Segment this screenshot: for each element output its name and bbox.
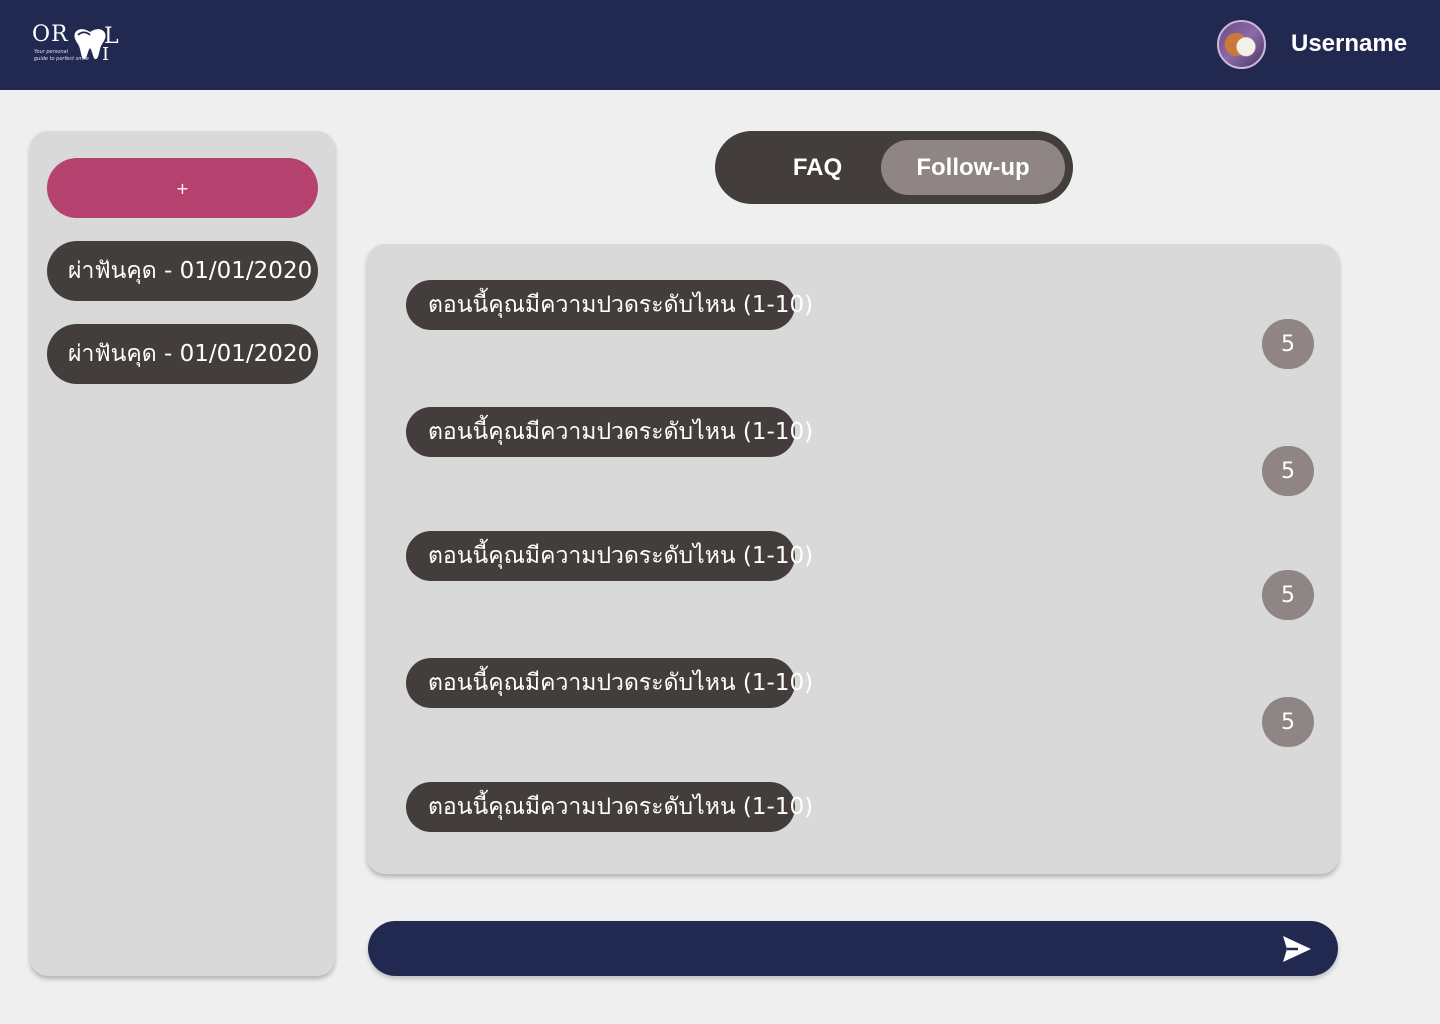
history-sidebar: + ผ่าฟันคุด - 01/01/2020 ผ่าฟันคุด - 01/… <box>30 131 335 976</box>
history-item[interactable]: ผ่าฟันคุด - 01/01/2020 <box>47 324 318 384</box>
bot-question-bubble: ตอนนี้คุณมีความปวดระดับไหน (1-10) <box>406 407 813 457</box>
message-composer <box>368 921 1338 976</box>
bot-question-bubble: ตอนนี้คุณมีความปวดระดับไหน (1-10) <box>406 658 813 708</box>
user-avatar[interactable] <box>1217 20 1266 69</box>
plus-label: + <box>175 178 190 198</box>
history-item[interactable]: ผ่าฟันคุด - 01/01/2020 <box>47 241 318 301</box>
mode-tabs: FAQ Follow-up <box>715 131 1073 204</box>
answer-text: 5 <box>1281 331 1295 357</box>
logo-letter-i: I <box>102 44 111 65</box>
answer-text: 5 <box>1281 582 1295 608</box>
tab-follow-up[interactable]: Follow-up <box>881 140 1065 195</box>
question-text: ตอนนี้คุณมีความปวดระดับไหน (1-10) <box>428 543 814 569</box>
question-text: ตอนนี้คุณมีความปวดระดับไหน (1-10) <box>428 419 814 445</box>
answer-text: 5 <box>1281 458 1295 484</box>
user-answer-bubble: 5 <box>1262 570 1314 620</box>
bot-question-bubble: ตอนนี้คุณมีความปวดระดับไหน (1-10) <box>406 280 813 330</box>
logo-tagline-1: Your personal <box>34 49 68 55</box>
send-icon[interactable] <box>1280 932 1314 966</box>
tab-follow-up-label: Follow-up <box>916 153 1030 181</box>
question-text: ตอนนี้คุณมีความปวดระดับไหน (1-10) <box>428 794 814 820</box>
user-answer-bubble: 5 <box>1262 697 1314 747</box>
question-text: ตอนนี้คุณมีความปวดระดับไหน (1-10) <box>428 670 814 696</box>
history-item-label: ผ่าฟันคุด - 01/01/2020 <box>68 341 313 367</box>
history-item-label: ผ่าฟันคุด - 01/01/2020 <box>68 258 313 284</box>
user-answer-bubble: 5 <box>1262 446 1314 496</box>
top-header: OR L I Your personal guide to perfect sm… <box>0 0 1440 90</box>
logo-tagline-2: guide to perfect smile <box>34 56 89 62</box>
bot-question-bubble: ตอนนี้คุณมีความปวดระดับไหน (1-10) <box>406 531 813 581</box>
message-input[interactable] <box>398 931 1258 966</box>
bot-question-bubble: ตอนนี้คุณมีความปวดระดับไหน (1-10) <box>406 782 813 832</box>
username-label[interactable]: Username <box>1291 30 1407 58</box>
question-text: ตอนนี้คุณมีความปวดระดับไหน (1-10) <box>428 292 814 318</box>
logo-letters-or: OR <box>32 22 69 47</box>
chat-panel[interactable]: ตอนนี้คุณมีความปวดระดับไหน (1-10) 5 ตอนน… <box>367 244 1339 874</box>
user-answer-bubble: 5 <box>1262 319 1314 369</box>
orali-logo[interactable]: OR L I Your personal guide to perfect sm… <box>32 24 122 68</box>
tab-faq-label: FAQ <box>792 153 843 181</box>
answer-text: 5 <box>1281 709 1295 735</box>
new-chat-button[interactable]: + <box>47 158 318 218</box>
tab-faq[interactable]: FAQ <box>765 140 870 195</box>
